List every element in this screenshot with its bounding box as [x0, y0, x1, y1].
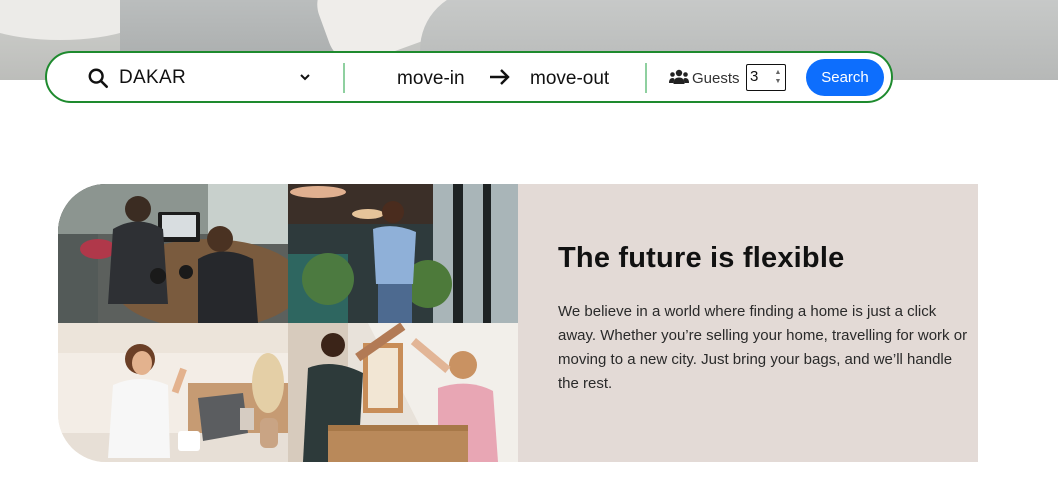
photo-couple-boxes — [288, 323, 518, 462]
arrow-right-icon — [490, 69, 510, 85]
search-bar: DAKAR move-in move-out Guests 3 ▲ ▼ Searc… — [45, 51, 893, 103]
move-out-date-field[interactable]: move-out — [530, 68, 609, 90]
guests-number-input[interactable]: 3 ▲ ▼ — [746, 64, 786, 91]
guests-spinner[interactable]: ▲ ▼ — [774, 68, 782, 86]
photo-woman-window — [288, 184, 518, 323]
divider — [645, 63, 647, 93]
photo-meeting — [58, 184, 288, 323]
move-in-date-field[interactable]: move-in — [397, 68, 465, 90]
guests-label: Guests — [692, 70, 740, 87]
divider — [343, 63, 345, 93]
photo-grid — [58, 184, 518, 462]
city-select[interactable]: DAKAR — [119, 67, 186, 89]
feature-title: The future is flexible — [558, 242, 845, 274]
users-icon — [669, 69, 689, 84]
chevron-down-icon[interactable] — [299, 71, 311, 83]
feature-description: We believe in a world where finding a ho… — [558, 303, 968, 392]
photo-woman-laptop — [58, 323, 288, 462]
guests-value: 3 — [750, 68, 759, 85]
search-button[interactable]: Search — [806, 59, 884, 96]
feature-text-panel: The future is flexible We believe in a w… — [518, 184, 978, 462]
search-icon — [88, 68, 108, 88]
feature-section: The future is flexible We believe in a w… — [58, 184, 978, 462]
